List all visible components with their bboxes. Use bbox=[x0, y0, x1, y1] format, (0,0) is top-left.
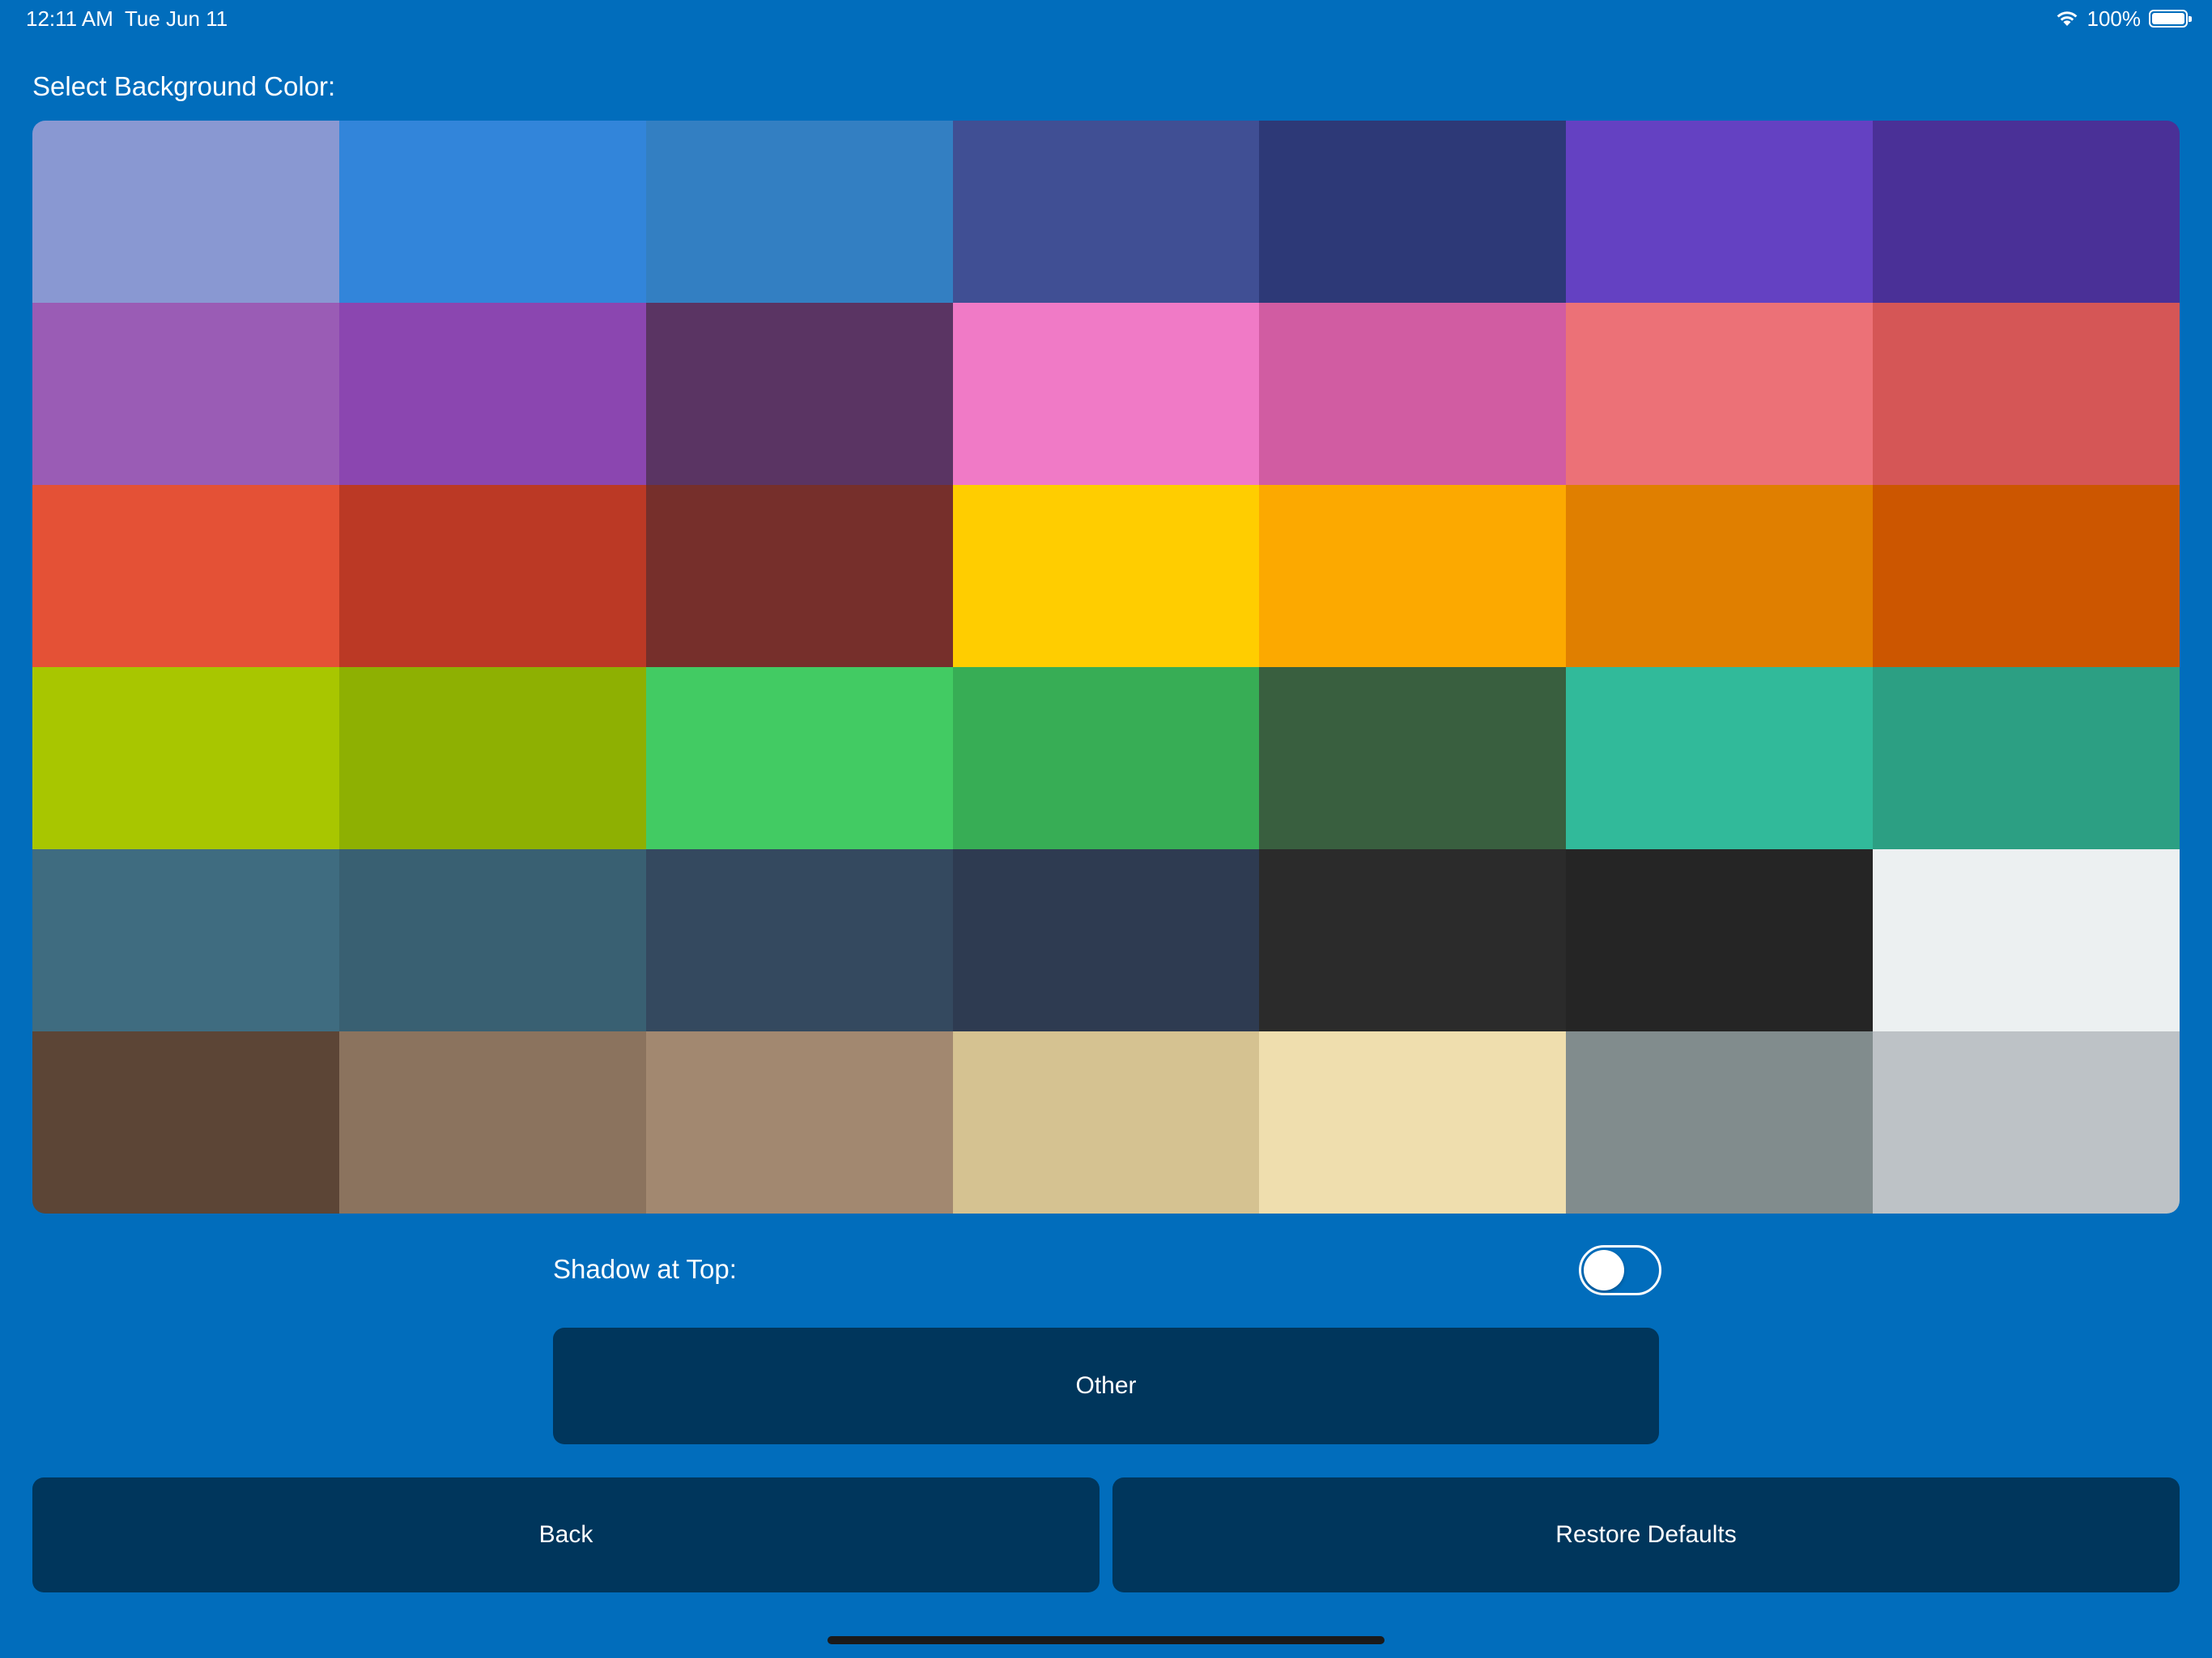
color-swatch[interactable] bbox=[1566, 667, 1874, 849]
status-indicators: 100% bbox=[2055, 5, 2192, 32]
home-indicator bbox=[827, 1636, 1385, 1644]
color-swatch[interactable] bbox=[32, 1031, 339, 1214]
other-button[interactable]: Other bbox=[553, 1328, 1659, 1444]
color-swatch[interactable] bbox=[952, 667, 1260, 849]
battery-percentage: 100% bbox=[2087, 6, 2142, 31]
color-swatch[interactable] bbox=[1873, 121, 2180, 303]
color-swatch[interactable] bbox=[338, 667, 646, 849]
color-swatch[interactable] bbox=[645, 485, 953, 667]
color-swatch[interactable] bbox=[1259, 849, 1567, 1031]
status-date: Tue Jun 11 bbox=[125, 6, 228, 31]
color-swatch[interactable] bbox=[1566, 849, 1874, 1031]
toggle-knob bbox=[1584, 1250, 1624, 1290]
color-swatch[interactable] bbox=[1259, 485, 1567, 667]
color-swatch[interactable] bbox=[338, 485, 646, 667]
color-swatch[interactable] bbox=[1259, 1031, 1567, 1214]
shadow-at-top-toggle[interactable] bbox=[1579, 1245, 1661, 1295]
color-swatch[interactable] bbox=[32, 485, 339, 667]
select-background-color-label: Select Background Color: bbox=[32, 71, 336, 101]
restore-defaults-button[interactable]: Restore Defaults bbox=[1112, 1477, 2180, 1592]
other-button-label: Other bbox=[1075, 1372, 1137, 1399]
color-swatch[interactable] bbox=[645, 121, 953, 303]
color-swatch[interactable] bbox=[645, 849, 953, 1031]
shadow-at-top-label: Shadow at Top: bbox=[553, 1254, 737, 1284]
color-swatch[interactable] bbox=[1873, 667, 2180, 849]
back-button[interactable]: Back bbox=[32, 1477, 1100, 1592]
color-swatch[interactable] bbox=[1566, 1031, 1874, 1214]
color-swatch[interactable] bbox=[1259, 303, 1567, 485]
color-swatch[interactable] bbox=[1873, 1031, 2180, 1214]
color-swatch[interactable] bbox=[645, 303, 953, 485]
color-swatch[interactable] bbox=[952, 303, 1260, 485]
color-swatch[interactable] bbox=[645, 1031, 953, 1214]
status-bar: 12:11 AM Tue Jun 11 100% bbox=[0, 0, 2212, 39]
color-swatch[interactable] bbox=[1259, 121, 1567, 303]
status-time: 12:11 AM bbox=[26, 6, 113, 31]
color-swatch[interactable] bbox=[952, 485, 1260, 667]
color-swatch[interactable] bbox=[32, 303, 339, 485]
color-swatch[interactable] bbox=[1566, 485, 1874, 667]
color-swatch[interactable] bbox=[1873, 485, 2180, 667]
wifi-icon bbox=[2055, 10, 2079, 28]
color-swatch[interactable] bbox=[1259, 667, 1567, 849]
battery-full-icon bbox=[2149, 10, 2192, 28]
restore-defaults-button-label: Restore Defaults bbox=[1555, 1521, 1737, 1548]
back-button-label: Back bbox=[538, 1521, 593, 1548]
color-swatch[interactable] bbox=[1873, 849, 2180, 1031]
color-swatch[interactable] bbox=[338, 121, 646, 303]
color-swatch[interactable] bbox=[32, 121, 339, 303]
color-swatch[interactable] bbox=[952, 849, 1260, 1031]
color-swatch[interactable] bbox=[1566, 121, 1874, 303]
color-swatch[interactable] bbox=[1566, 303, 1874, 485]
color-swatch[interactable] bbox=[952, 121, 1260, 303]
color-swatch[interactable] bbox=[645, 667, 953, 849]
color-swatch[interactable] bbox=[952, 1031, 1260, 1214]
color-swatch[interactable] bbox=[32, 667, 339, 849]
color-swatch[interactable] bbox=[338, 303, 646, 485]
color-swatch[interactable] bbox=[32, 849, 339, 1031]
color-swatch[interactable] bbox=[1873, 303, 2180, 485]
color-swatch[interactable] bbox=[338, 849, 646, 1031]
color-swatch[interactable] bbox=[338, 1031, 646, 1214]
color-swatch-grid bbox=[32, 121, 2180, 1214]
